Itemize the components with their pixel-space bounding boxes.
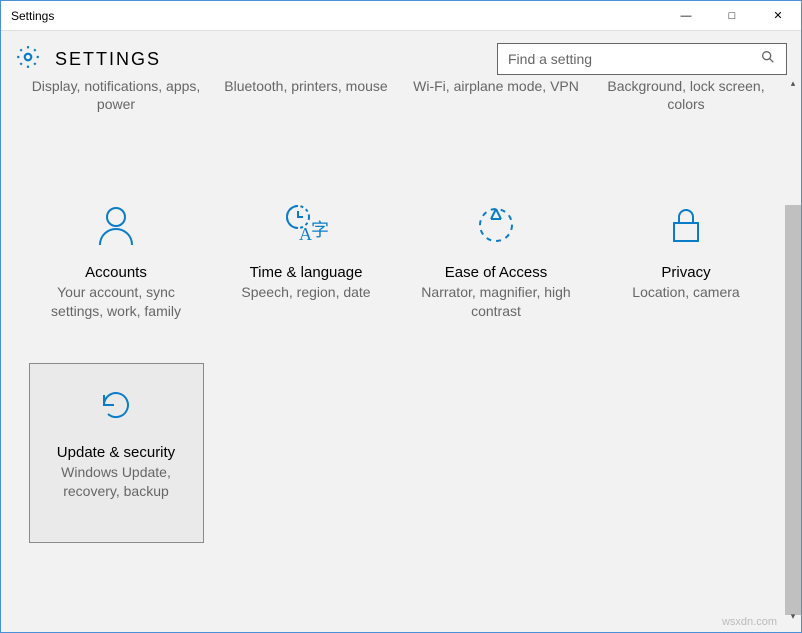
search-input[interactable]: Find a setting bbox=[497, 43, 787, 75]
window-titlebar: Settings — □ ✕ bbox=[1, 1, 801, 31]
privacy-icon bbox=[608, 194, 765, 256]
gear-icon bbox=[15, 44, 41, 75]
content-area: SETTINGS Find a setting Display, notific… bbox=[1, 31, 801, 632]
accounts-icon bbox=[38, 194, 195, 256]
ease-of-access-icon bbox=[418, 194, 575, 256]
tile-desc: Location, camera bbox=[608, 283, 765, 301]
tile-accounts[interactable]: Accounts Your account, sync settings, wo… bbox=[29, 183, 204, 363]
scroll-up-icon[interactable]: ▴ bbox=[785, 75, 801, 91]
scrollbar-thumb[interactable] bbox=[785, 205, 801, 615]
tile-desc: Narrator, magnifier, high contrast bbox=[418, 283, 575, 319]
header-row: SETTINGS Find a setting bbox=[1, 31, 801, 75]
tile-network[interactable]: Wi-Fi, airplane mode, VPN bbox=[409, 77, 584, 113]
tile-title: Ease of Access bbox=[418, 264, 575, 281]
tile-update-security[interactable]: Update & security Windows Update, recove… bbox=[29, 363, 204, 543]
tile-desc: Display, notifications, apps, power bbox=[29, 77, 204, 113]
svg-text:字: 字 bbox=[311, 220, 329, 240]
tile-system[interactable]: Display, notifications, apps, power bbox=[29, 77, 204, 113]
header-left: SETTINGS bbox=[15, 44, 161, 75]
watermark: wsxdn.com bbox=[722, 616, 777, 628]
tile-desc: Speech, region, date bbox=[228, 283, 385, 301]
time-language-icon: A 字 bbox=[228, 194, 385, 256]
scroll-down-icon[interactable]: ▾ bbox=[785, 608, 801, 624]
tile-desc: Wi-Fi, airplane mode, VPN bbox=[409, 77, 584, 95]
search-placeholder: Find a setting bbox=[508, 51, 592, 67]
scrollbar[interactable]: ▴ ▾ bbox=[785, 75, 801, 624]
tile-privacy[interactable]: Privacy Location, camera bbox=[599, 183, 774, 363]
tile-devices[interactable]: Bluetooth, printers, mouse bbox=[219, 77, 394, 113]
tile-title: Accounts bbox=[38, 264, 195, 281]
page-title: SETTINGS bbox=[55, 49, 161, 70]
tile-title: Time & language bbox=[228, 264, 385, 281]
tile-title: Update & security bbox=[38, 444, 195, 461]
maximize-button[interactable]: □ bbox=[709, 1, 755, 30]
window-title: Settings bbox=[11, 9, 54, 23]
tile-desc: Bluetooth, printers, mouse bbox=[219, 77, 394, 95]
close-button[interactable]: ✕ bbox=[755, 1, 801, 30]
tile-title: Privacy bbox=[608, 264, 765, 281]
tile-desc: Background, lock screen, colors bbox=[599, 77, 774, 113]
tile-desc: Windows Update, recovery, backup bbox=[38, 463, 195, 499]
tile-grid: Accounts Your account, sync settings, wo… bbox=[11, 183, 791, 543]
tile-personalization[interactable]: Background, lock screen, colors bbox=[599, 77, 774, 113]
tile-time-language[interactable]: A 字 Time & language Speech, region, date bbox=[219, 183, 394, 363]
tile-row-partial: Display, notifications, apps, power Blue… bbox=[11, 75, 791, 113]
window-controls: — □ ✕ bbox=[663, 1, 801, 30]
update-security-icon bbox=[38, 374, 195, 436]
minimize-button[interactable]: — bbox=[663, 1, 709, 30]
tile-desc: Your account, sync settings, work, famil… bbox=[38, 283, 195, 319]
tile-ease-of-access[interactable]: Ease of Access Narrator, magnifier, high… bbox=[409, 183, 584, 363]
search-icon bbox=[760, 49, 776, 70]
grid-viewport: Display, notifications, apps, power Blue… bbox=[1, 75, 801, 624]
